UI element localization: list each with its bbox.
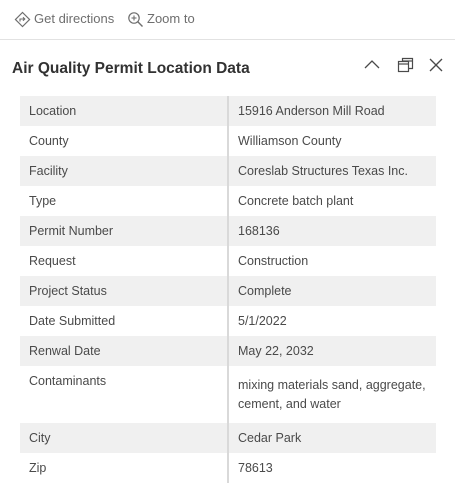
directions-icon [14,11,31,28]
field-name: Project Status [20,276,229,306]
table-row: Permit Number 168136 [20,216,436,246]
field-name: City [20,423,229,453]
close-button[interactable] [427,56,445,74]
zoom-in-icon [127,11,144,28]
field-value: Cedar Park [228,423,436,453]
field-value: 15916 Anderson Mill Road [228,96,436,126]
dock-icon [397,56,415,74]
attribute-table: Location 15916 Anderson Mill Road County… [20,96,436,483]
dock-button[interactable] [397,56,415,74]
field-name: Date Submitted [20,306,229,336]
table-row: Renwal Date May 22, 2032 [20,336,436,366]
collapse-button[interactable] [363,56,381,74]
close-icon [427,56,445,74]
field-name: Renwal Date [20,336,229,366]
popup-header: Air Quality Permit Location Data [0,40,455,96]
field-value: May 22, 2032 [228,336,436,366]
field-value: mixing materials sand, aggregate, cement… [228,366,436,423]
table-row: County Williamson County [20,126,436,156]
field-name: Request [20,246,229,276]
field-value: 5/1/2022 [228,306,436,336]
zoom-to-button[interactable]: Zoom to [127,10,195,28]
field-value: Complete [228,276,436,306]
get-directions-button[interactable]: Get directions [14,10,114,28]
field-name: Zip [20,453,229,483]
field-value: Concrete batch plant [228,186,436,216]
table-row: Project Status Complete [20,276,436,306]
field-name: Permit Number [20,216,229,246]
get-directions-label: Get directions [34,11,115,26]
chevron-up-icon [363,56,381,74]
table-row: Date Submitted 5/1/2022 [20,306,436,336]
field-value: Coreslab Structures Texas Inc. [228,156,436,186]
field-name: Facility [20,156,229,186]
field-name: Contaminants [20,366,229,423]
field-value: 168136 [228,216,436,246]
field-value: 78613 [228,453,436,483]
field-name: Location [20,96,229,126]
table-row: Request Construction [20,246,436,276]
table-row: Contaminants mixing materials sand, aggr… [20,366,436,423]
field-name: Type [20,186,229,216]
table-row: City Cedar Park [20,423,436,453]
table-row: Location 15916 Anderson Mill Road [20,96,436,126]
field-value: Construction [228,246,436,276]
field-name: County [20,126,229,156]
popup-toolbar: Get directions Zoom to [0,0,455,40]
popup-title: Air Quality Permit Location Data [12,60,250,77]
table-row: Facility Coreslab Structures Texas Inc. [20,156,436,186]
table-row: Zip 78613 [20,453,436,483]
zoom-to-label: Zoom to [147,11,195,26]
table-row: Type Concrete batch plant [20,186,436,216]
field-value: Williamson County [228,126,436,156]
